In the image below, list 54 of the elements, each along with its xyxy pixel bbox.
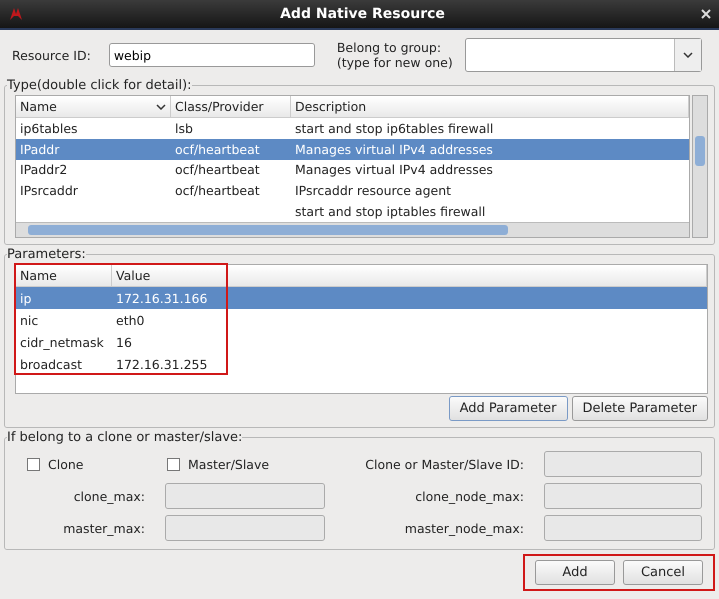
table-cell-text: IPaddr: [19, 142, 60, 157]
table-cell-text: start and stop iptables firewall: [294, 204, 486, 220]
table-cell-text: Manages virtual IPv4 addresses: [294, 162, 494, 178]
table-cell-text: cidr_netmask: [19, 334, 105, 350]
table-cell-text: eth0: [115, 312, 146, 328]
table-cell-text: ocf/heartbeat: [174, 142, 261, 157]
table-cell-text: IPsrcaddr resource agent: [294, 183, 452, 198]
checkbox-label: Clone: [48, 456, 84, 472]
table-cell-text: IPaddr2: [19, 162, 68, 178]
column-header[interactable]: Description: [291, 96, 689, 117]
group-label: Belong to group:: [336, 40, 442, 55]
table-row[interactable]: cidr_netmask 16: [16, 331, 707, 353]
field-label: clone_node_max:: [414, 488, 525, 504]
table-cell-text: ip: [19, 290, 32, 306]
column-header[interactable]: Class/Provider: [171, 96, 291, 117]
table-row[interactable]: nic eth0: [16, 309, 707, 331]
dialog-button[interactable]: Cancel: [623, 560, 703, 585]
table-cell-text: Manages virtual IPv4 addresses: [294, 142, 494, 157]
table-cell-text: lsb: [174, 120, 194, 136]
parameter-button[interactable]: Add Parameter: [448, 396, 568, 421]
table-cell-text: ocf/heartbeat: [174, 162, 261, 178]
checkbox-label: Master/Slave: [188, 456, 270, 472]
table-cell-text: IPsrcaddr: [19, 183, 79, 198]
table-row[interactable]: start and stop iptables firewall: [16, 201, 689, 222]
table-cell-text: broadcast: [19, 356, 83, 372]
field-label: Clone or Master/Slave ID:: [364, 456, 525, 472]
field-label: clone_max:: [72, 488, 146, 504]
group-hint: (type for new one): [336, 55, 453, 70]
table-row[interactable]: IPaddr2 ocf/heartbeat Manages virtual IPv4 addresses: [16, 160, 689, 180]
table-row[interactable]: ip 172.16.31.166: [16, 287, 707, 309]
column-header[interactable]: Name: [16, 265, 112, 286]
table-cell-text: 172.16.31.255: [115, 356, 208, 372]
table-cell-text: 16: [115, 334, 133, 350]
table-cell-text: nic: [19, 312, 40, 328]
table-row[interactable]: broadcast 172.16.31.255: [16, 353, 707, 375]
resource-id-field[interactable]: webip: [108, 43, 315, 67]
dialog-button[interactable]: Add: [535, 560, 615, 585]
column-header[interactable]: Name: [16, 96, 171, 117]
column-header[interactable]: Value: [112, 265, 707, 286]
resource-id-label: Resource ID:: [12, 48, 91, 62]
table-row[interactable]: IPsrcaddr ocf/heartbeat IPsrcaddr resource agent: [16, 180, 689, 202]
section-title: If belong to a clone or master/slave:: [7, 430, 242, 445]
field-label: master_node_max:: [404, 520, 525, 536]
table-cell-text: ocf/heartbeat: [174, 183, 261, 198]
window-title: Add Native Resource: [279, 6, 446, 22]
table-cell-text: start and stop ip6tables firewall: [294, 120, 494, 136]
table-cell-text: ip6tables: [19, 120, 79, 136]
parameter-button[interactable]: Delete Parameter: [572, 396, 708, 421]
field-label: master_max:: [62, 520, 146, 536]
table-row[interactable]: IPaddr ocf/heartbeat Manages virtual IPv4 addresses: [16, 138, 689, 160]
table-cell-text: 172.16.31.166: [115, 290, 208, 306]
table-row[interactable]: ip6tables lsb start and stop ip6tables firewall: [16, 118, 689, 139]
section-title: Type(double click for detail):: [7, 78, 192, 93]
section-title: Parameters:: [7, 247, 86, 262]
